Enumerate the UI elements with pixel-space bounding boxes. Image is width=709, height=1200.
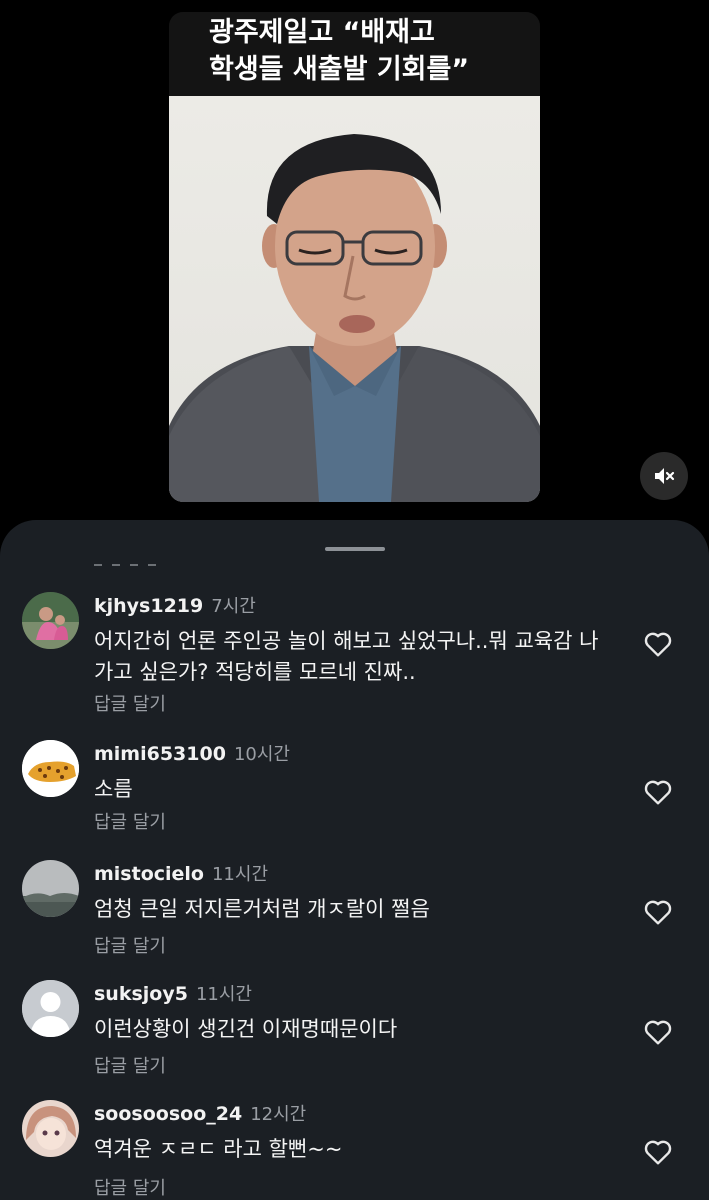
heart-outline-icon[interactable] xyxy=(641,1136,675,1168)
caption-line-2: 학생들 새출발 기회를” xyxy=(209,54,470,85)
comment-text: 소름 xyxy=(94,777,133,801)
video-frame xyxy=(169,96,540,502)
comment-header: soosoosoo_24 12시간 xyxy=(94,1102,306,1127)
comment-header: mistocielo 11시간 xyxy=(94,862,268,887)
clipped-previous-comment xyxy=(94,564,164,566)
comment-item: kjhys1219 7시간 어지간히 언론 주인공 놀이 해보고 싶었구나..뭐 … xyxy=(0,592,709,715)
default-avatar-icon xyxy=(22,980,79,1037)
comment-time: 12시간 xyxy=(250,1104,307,1125)
comment-username[interactable]: mistocielo xyxy=(94,863,204,885)
comment-item: mistocielo 11시간 엄청 큰일 저지른거처럼 개ㅈ랄이 쩔음 답글 달… xyxy=(0,860,709,978)
comment-username[interactable]: kjhys1219 xyxy=(94,595,203,617)
caption-line-1: 광주제일고 “배재고 xyxy=(209,17,435,48)
avatar[interactable] xyxy=(22,1100,79,1157)
reply-button[interactable]: 답글 달기 xyxy=(94,690,166,716)
comment-item: suksjoy5 11시간 이런상황이 생긴건 이재명때문이다 답글 달기 xyxy=(0,980,709,1098)
video-caption: 광주제일고 “배재고 학생들 새출발 기회를” xyxy=(169,12,540,96)
comment-header: suksjoy5 11시간 xyxy=(94,982,252,1007)
heart-outline-icon[interactable] xyxy=(641,896,675,928)
reply-button[interactable]: 답글 달기 xyxy=(94,1174,166,1200)
comment-time: 11시간 xyxy=(195,984,252,1005)
comment-item: mimi653100 10시간 소름 답글 달기 xyxy=(0,740,709,858)
drag-handle[interactable] xyxy=(325,547,385,551)
speaker-illustration xyxy=(169,134,540,502)
photo-avatar-icon xyxy=(22,592,79,649)
comment-username[interactable]: soosoosoo_24 xyxy=(94,1103,242,1125)
heart-outline-icon[interactable] xyxy=(641,628,675,660)
avatar[interactable] xyxy=(22,592,79,649)
comment-time: 10시간 xyxy=(233,744,290,765)
avatar[interactable] xyxy=(22,740,79,797)
comment-text: 역겨운 ㅈㄹㄷ 라고 할뻔~~ xyxy=(94,1137,343,1161)
anime-avatar-icon xyxy=(22,1100,79,1157)
comment-text: 이런상황이 생긴건 이재명때문이다 xyxy=(94,1017,398,1041)
comment-text: 엄청 큰일 저지른거처럼 개ㅈ랄이 쩔음 xyxy=(94,897,430,921)
leopard-avatar-icon xyxy=(22,740,79,797)
speaker-muted-icon xyxy=(655,468,675,484)
reply-button[interactable]: 답글 달기 xyxy=(94,808,166,834)
mute-button[interactable] xyxy=(640,452,688,500)
reel-video[interactable]: 광주제일고 “배재고 학생들 새출발 기회를” xyxy=(169,12,540,502)
avatar[interactable] xyxy=(22,860,79,917)
comment-text: 어지간히 언론 주인공 놀이 해보고 싶었구나..뭐 교육감 나가고 싶은가? … xyxy=(94,629,599,684)
reply-button[interactable]: 답글 달기 xyxy=(94,932,166,958)
comment-time: 7시간 xyxy=(211,596,256,617)
comment-username[interactable]: suksjoy5 xyxy=(94,983,188,1005)
comment-username[interactable]: mimi653100 xyxy=(94,743,226,765)
comment-header: kjhys1219 7시간 xyxy=(94,594,256,619)
reply-button[interactable]: 답글 달기 xyxy=(94,1052,166,1078)
heart-outline-icon[interactable] xyxy=(641,1016,675,1048)
heart-outline-icon[interactable] xyxy=(641,776,675,808)
comment-item: soosoosoo_24 12시간 역겨운 ㅈㄹㄷ 라고 할뻔~~ 답글 달기 xyxy=(0,1100,709,1200)
avatar[interactable] xyxy=(22,980,79,1037)
comment-header: mimi653100 10시간 xyxy=(94,742,290,767)
comments-sheet: kjhys1219 7시간 어지간히 언론 주인공 놀이 해보고 싶었구나..뭐 … xyxy=(0,520,709,1200)
landscape-avatar-icon xyxy=(22,860,79,917)
comment-time: 11시간 xyxy=(211,864,269,885)
